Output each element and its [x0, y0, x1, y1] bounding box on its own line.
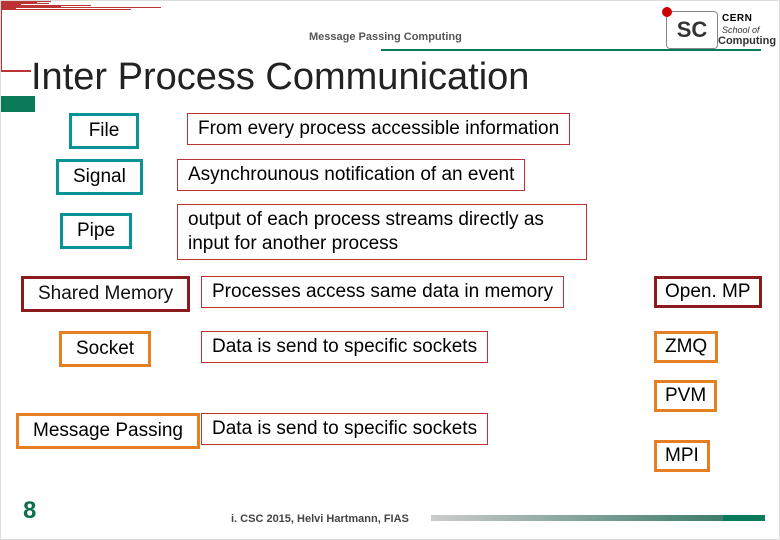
row-pipe: Pipe — [60, 213, 132, 249]
page-title: Inter Process Communication — [31, 56, 529, 99]
desc-pipe-wrap: output of each process streams directly … — [177, 204, 587, 260]
page-number: 8 — [23, 497, 36, 525]
logo-cern: CERN — [722, 13, 752, 24]
label-shared: Shared Memory — [21, 276, 190, 312]
logo-computing: Computing — [718, 35, 776, 47]
header-label: Message Passing Computing — [309, 31, 462, 43]
logo-sc: SC — [666, 11, 718, 49]
connector-msg-vert — [1, 10, 2, 70]
desc-file-wrap: From every process accessible informatio… — [187, 113, 570, 145]
tag-openmp: Open. MP — [654, 276, 762, 308]
tag-zmq: ZMQ — [654, 331, 718, 363]
label-socket: Socket — [59, 331, 151, 367]
desc-msgpass-wrap: Data is send to specific sockets — [201, 413, 488, 445]
desc-socket: Data is send to specific sockets — [201, 331, 488, 363]
logo-dot-icon — [662, 7, 672, 17]
footer-accent-icon — [723, 515, 765, 521]
tag-mpi: MPI — [654, 440, 710, 472]
row-file: File — [69, 113, 139, 149]
logo-school: School of — [722, 25, 760, 35]
label-pipe: Pipe — [60, 213, 132, 249]
desc-signal: Asynchrounous notification of an event — [177, 159, 525, 191]
row-shared: Shared Memory — [21, 276, 190, 312]
footer-bar-icon — [431, 515, 731, 521]
desc-shared-wrap: Processes access same data in memory — [201, 276, 564, 308]
desc-msgpass: Data is send to specific sockets — [201, 413, 488, 445]
footer-credit: i. CSC 2015, Helvi Hartmann, FIAS — [231, 513, 409, 525]
desc-signal-wrap: Asynchrounous notification of an event — [177, 159, 525, 191]
connector-mpi — [1, 71, 31, 72]
slide: Message Passing Computing SC CERN School… — [0, 0, 780, 540]
tag-pvm: PVM — [654, 380, 717, 412]
desc-file: From every process accessible informatio… — [187, 113, 570, 145]
connector-msg-right — [1, 9, 131, 10]
row-msgpass: Message Passing — [16, 413, 200, 449]
label-file: File — [69, 113, 139, 149]
logo: SC CERN School of Computing — [666, 11, 761, 66]
title-accent-icon — [1, 96, 35, 112]
label-msgpass: Message Passing — [16, 413, 200, 449]
label-signal: Signal — [56, 159, 143, 195]
row-signal: Signal — [56, 159, 143, 195]
desc-shared: Processes access same data in memory — [201, 276, 564, 308]
connector-zmq — [1, 7, 161, 8]
desc-socket-wrap: Data is send to specific sockets — [201, 331, 488, 363]
row-socket: Socket — [59, 331, 151, 367]
desc-pipe: output of each process streams directly … — [177, 204, 587, 260]
